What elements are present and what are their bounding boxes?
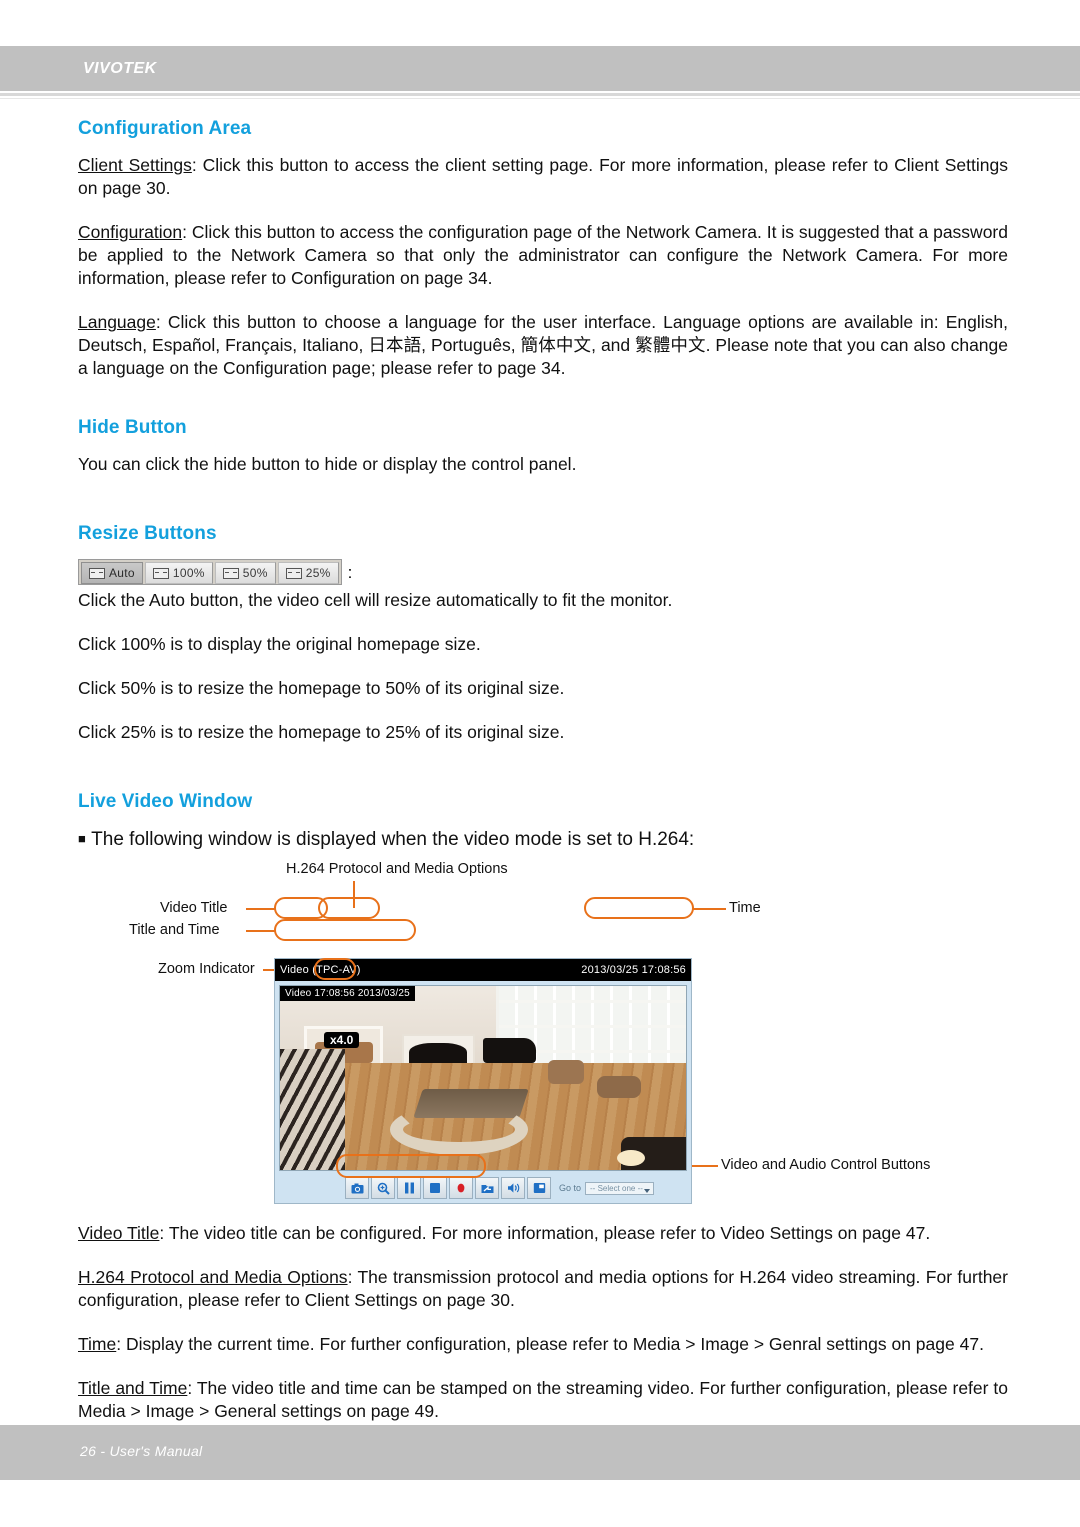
callout-protocol-leader bbox=[353, 881, 355, 908]
term-title-and-time: Title and Time bbox=[78, 1378, 188, 1398]
text-time: : Display the current time. For further … bbox=[116, 1334, 984, 1354]
definition-time: Time: Display the current time. For furt… bbox=[78, 1333, 1008, 1356]
video-control-strip: Go to -- Select one -- bbox=[279, 1175, 687, 1201]
definition-video-title: Video Title: The video title can be conf… bbox=[78, 1222, 1008, 1245]
goto-label: Go to bbox=[559, 1183, 582, 1193]
term-protocol-options: H.264 Protocol and Media Options bbox=[78, 1267, 348, 1287]
definition-title-and-time: Title and Time: The video title and time… bbox=[78, 1377, 1008, 1423]
text-client-settings: : Click this button to access the client… bbox=[78, 155, 1008, 198]
player-video-title: Video (TPC-AV) bbox=[280, 964, 361, 976]
fullscreen-icon[interactable] bbox=[527, 1177, 551, 1199]
paragraph-language: Language: Click this button to choose a … bbox=[78, 311, 1008, 380]
resize-toolbar-colon: : bbox=[347, 563, 353, 582]
callout-protocol-label: H.264 Protocol and Media Options bbox=[286, 861, 508, 877]
callout-time-leader bbox=[692, 908, 726, 910]
term-configuration: Configuration bbox=[78, 222, 183, 242]
resize-toolbar-figure: Auto 100% 50% 25% : bbox=[78, 559, 1008, 585]
live-video-intro-text: The following window is displayed when t… bbox=[91, 829, 695, 850]
player-titlebar: Video (TPC-AV) 2013/03/25 17:08:56 bbox=[275, 959, 691, 981]
paragraph-client-settings: Client Settings: Click this button to ac… bbox=[78, 154, 1008, 200]
highlight-time bbox=[584, 897, 694, 919]
player-time-display: 2013/03/25 17:08:56 bbox=[581, 964, 686, 976]
video-audio-control-buttons bbox=[345, 1177, 551, 1199]
pause-icon[interactable] bbox=[397, 1177, 421, 1199]
resize-arrows-icon bbox=[89, 567, 105, 579]
page-content: Configuration Area Client Settings: Clic… bbox=[78, 118, 1008, 1444]
callout-video-title-label: Video Title bbox=[160, 900, 228, 916]
live-video-player-window: Video (TPC-AV) 2013/03/25 17:08:56 Video… bbox=[274, 958, 692, 1204]
resize-arrows-icon bbox=[152, 567, 169, 579]
live-video-intro: ■ The following window is displayed when… bbox=[78, 827, 1008, 851]
resize-button-100[interactable]: 100% bbox=[144, 562, 213, 584]
volume-icon[interactable] bbox=[501, 1177, 525, 1199]
highlight-protocol-options bbox=[318, 897, 380, 919]
text-video-title: : The video title can be configured. For… bbox=[159, 1223, 931, 1243]
text-title-and-time: : The video title and time can be stampe… bbox=[78, 1378, 1008, 1421]
resize-button-auto[interactable]: Auto bbox=[81, 562, 143, 584]
callout-title-and-time-leader bbox=[246, 930, 276, 932]
video-scene-image bbox=[280, 986, 686, 1170]
resize-arrows-icon bbox=[222, 567, 239, 579]
resize-line-50: Click 50% is to resize the homepage to 5… bbox=[78, 678, 565, 698]
osd-title-and-time: Video 17:08:56 2013/03/25 bbox=[280, 986, 415, 1001]
callout-zoom-indicator-label: Zoom Indicator bbox=[158, 961, 255, 977]
record-icon[interactable] bbox=[449, 1177, 473, 1199]
definition-protocol-options: H.264 Protocol and Media Options: The tr… bbox=[78, 1266, 1008, 1312]
resize-button-25[interactable]: 25% bbox=[277, 562, 339, 584]
text-configuration: : Click this button to access the config… bbox=[78, 222, 1008, 288]
header-divider-thin bbox=[0, 98, 1080, 99]
resize-button-50[interactable]: 50% bbox=[214, 562, 276, 584]
goto-select-dropdown[interactable]: -- Select one -- bbox=[585, 1181, 654, 1195]
callout-controls-label: Video and Audio Control Buttons bbox=[721, 1157, 931, 1173]
paragraph-configuration: Configuration: Click this button to acce… bbox=[78, 221, 1008, 290]
bullet-square-icon: ■ bbox=[78, 831, 86, 846]
heading-hide-button: Hide Button bbox=[78, 417, 187, 438]
resize-button-100-label: 100% bbox=[172, 566, 205, 580]
resize-button-50-label: 50% bbox=[242, 566, 268, 580]
page-header-band bbox=[0, 46, 1080, 91]
goto-control: Go to -- Select one -- bbox=[559, 1181, 654, 1195]
heading-configuration-area: Configuration Area bbox=[78, 118, 252, 139]
resize-button-auto-label: Auto bbox=[109, 566, 135, 580]
save-folder-icon[interactable] bbox=[475, 1177, 499, 1199]
heading-live-video-window: Live Video Window bbox=[78, 791, 253, 812]
paragraph-hide-button: You can click the hide button to hide or… bbox=[78, 454, 577, 474]
resize-line-100: Click 100% is to display the original ho… bbox=[78, 634, 481, 654]
live-video-window-figure: H.264 Protocol and Media Options Video T… bbox=[78, 861, 1008, 1206]
resize-button-25-label: 25% bbox=[305, 566, 331, 580]
term-time: Time bbox=[78, 1334, 117, 1354]
term-client-settings: Client Settings bbox=[78, 155, 192, 175]
digital-zoom-icon[interactable] bbox=[371, 1177, 395, 1199]
resize-toolbar[interactable]: Auto 100% 50% 25% bbox=[78, 559, 342, 585]
vivotek-logo: VIVOTEK bbox=[83, 60, 157, 77]
heading-resize-buttons: Resize Buttons bbox=[78, 523, 217, 544]
text-language: : Click this button to choose a language… bbox=[78, 312, 1008, 378]
callout-video-title-leader bbox=[246, 908, 276, 910]
term-language: Language bbox=[78, 312, 156, 332]
highlight-title-and-time bbox=[274, 919, 416, 941]
resize-arrows-icon bbox=[285, 567, 302, 579]
footer-page-label: 26 - User's Manual bbox=[80, 1443, 203, 1459]
term-video-title: Video Title bbox=[78, 1223, 160, 1243]
header-divider bbox=[0, 93, 1080, 96]
snapshot-icon[interactable] bbox=[345, 1177, 369, 1199]
stop-icon[interactable] bbox=[423, 1177, 447, 1199]
resize-line-auto: Click the Auto button, the video cell wi… bbox=[78, 590, 673, 610]
callout-time-label: Time bbox=[729, 900, 761, 916]
resize-line-25: Click 25% is to resize the homepage to 2… bbox=[78, 722, 565, 742]
osd-zoom-indicator: x4.0 bbox=[324, 1032, 360, 1048]
callout-title-and-time-label: Title and Time bbox=[129, 922, 220, 938]
highlight-video-title bbox=[274, 897, 328, 919]
video-stream-area[interactable]: Video 17:08:56 2013/03/25 x4.0 bbox=[279, 985, 687, 1171]
